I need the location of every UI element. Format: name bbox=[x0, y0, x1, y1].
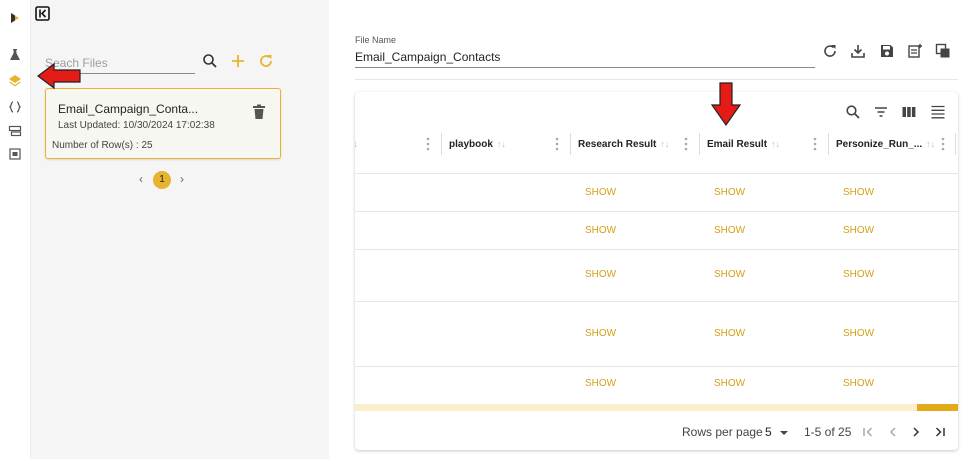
personize-show-button[interactable]: SHOW bbox=[843, 269, 874, 280]
chevron-down-icon[interactable] bbox=[779, 428, 791, 440]
data-grid: ↓ playbook ↑↓ Research Result ↑↓ Email Res… bbox=[355, 92, 958, 450]
column-separator[interactable] bbox=[441, 133, 442, 155]
column-header-label: playbook bbox=[449, 138, 493, 150]
refresh-icon[interactable] bbox=[822, 43, 838, 59]
add-playlist-icon[interactable] bbox=[907, 43, 923, 59]
column-menu-icon[interactable] bbox=[941, 137, 945, 151]
column-separator[interactable] bbox=[828, 133, 829, 155]
column-separator[interactable] bbox=[955, 133, 956, 155]
delete-icon[interactable] bbox=[252, 104, 266, 120]
sort-icon[interactable]: ↓ bbox=[355, 134, 358, 154]
list-icon[interactable] bbox=[8, 124, 22, 138]
column-header-research-result[interactable]: Research Result ↑↓ bbox=[578, 134, 669, 154]
rows-per-page-select[interactable]: 5 bbox=[765, 425, 772, 439]
email-show-button[interactable]: SHOW bbox=[714, 378, 745, 389]
page-1-button[interactable]: 1 bbox=[153, 171, 171, 189]
column-header-personize-run[interactable]: Personize_Run_... ↑↓ bbox=[836, 134, 935, 154]
density-icon[interactable] bbox=[930, 104, 946, 120]
email-show-button[interactable]: SHOW bbox=[714, 328, 745, 339]
column-menu-icon[interactable] bbox=[426, 137, 430, 151]
next-page-icon[interactable] bbox=[910, 426, 922, 438]
row-divider bbox=[355, 301, 958, 302]
file-last-updated: Last Updated: 10/30/2024 17:02:38 bbox=[58, 120, 215, 131]
save-icon[interactable] bbox=[879, 43, 895, 59]
last-page-icon[interactable] bbox=[934, 426, 946, 438]
annotation-arrow-down-icon bbox=[710, 81, 742, 127]
email-show-button[interactable]: SHOW bbox=[714, 187, 745, 198]
page-range: 1-5 of 25 bbox=[804, 425, 852, 439]
add-file-button[interactable] bbox=[229, 52, 247, 70]
annotation-arrow-left-icon bbox=[36, 62, 82, 90]
first-page-icon[interactable] bbox=[862, 426, 874, 438]
grid-search-icon[interactable] bbox=[845, 104, 861, 120]
column-header-label: Email Result bbox=[707, 138, 768, 150]
rows-per-page-label: Rows per page bbox=[682, 425, 763, 439]
prev-page-button[interactable]: ‹ bbox=[139, 172, 143, 186]
collapse-sidebar-icon[interactable] bbox=[35, 6, 50, 21]
columns-icon[interactable] bbox=[901, 104, 917, 120]
sort-icon[interactable]: ↑↓ bbox=[771, 139, 780, 149]
download-icon[interactable] bbox=[850, 43, 866, 59]
refresh-files-button[interactable] bbox=[257, 52, 275, 70]
dataset-icon[interactable] bbox=[8, 147, 22, 161]
column-menu-icon[interactable] bbox=[684, 137, 688, 151]
research-show-button[interactable]: SHOW bbox=[585, 328, 616, 339]
icon-rail bbox=[0, 0, 31, 459]
sort-icon[interactable]: ↑↓ bbox=[497, 139, 506, 149]
file-name: Email_Campaign_Conta... bbox=[58, 102, 199, 116]
file-name-label: File Name bbox=[355, 35, 397, 45]
scrollbar-thumb[interactable] bbox=[917, 404, 958, 411]
layers-icon[interactable] bbox=[8, 74, 22, 88]
column-separator[interactable] bbox=[570, 133, 571, 155]
personize-show-button[interactable]: SHOW bbox=[843, 187, 874, 198]
email-show-button[interactable]: SHOW bbox=[714, 269, 745, 280]
research-show-button[interactable]: SHOW bbox=[585, 269, 616, 280]
email-show-button[interactable]: SHOW bbox=[714, 225, 745, 236]
flask-icon[interactable] bbox=[8, 48, 22, 62]
research-show-button[interactable]: SHOW bbox=[585, 378, 616, 389]
row-divider bbox=[355, 366, 958, 367]
column-separator[interactable] bbox=[699, 133, 700, 155]
horizontal-scrollbar[interactable] bbox=[355, 404, 958, 411]
column-header-playbook[interactable]: playbook ↑↓ bbox=[449, 134, 506, 154]
sort-icon[interactable]: ↑↓ bbox=[926, 139, 935, 149]
prev-page-icon[interactable] bbox=[887, 426, 899, 438]
play-icon[interactable] bbox=[8, 11, 22, 25]
header-divider bbox=[355, 79, 958, 80]
sort-icon[interactable]: ↑↓ bbox=[660, 139, 669, 149]
copy-icon[interactable] bbox=[935, 43, 951, 59]
next-page-button[interactable]: › bbox=[180, 172, 184, 186]
column-header-label: Research Result bbox=[578, 138, 657, 150]
row-divider bbox=[355, 249, 958, 250]
column-header-label: Personize_Run_... bbox=[836, 138, 923, 150]
code-braces-icon[interactable] bbox=[8, 100, 22, 114]
file-card[interactable]: Email_Campaign_Conta... Last Updated: 10… bbox=[45, 88, 281, 159]
filter-icon[interactable] bbox=[873, 104, 889, 120]
row-divider bbox=[355, 173, 958, 174]
personize-show-button[interactable]: SHOW bbox=[843, 328, 874, 339]
row-divider bbox=[355, 211, 958, 212]
research-show-button[interactable]: SHOW bbox=[585, 225, 616, 236]
column-menu-icon[interactable] bbox=[813, 137, 817, 151]
column-menu-icon[interactable] bbox=[555, 137, 559, 151]
personize-show-button[interactable]: SHOW bbox=[843, 378, 874, 389]
search-icon[interactable] bbox=[201, 52, 219, 70]
file-name-input[interactable] bbox=[355, 47, 815, 68]
column-header-email-result[interactable]: Email Result ↑↓ bbox=[707, 134, 780, 154]
personize-show-button[interactable]: SHOW bbox=[843, 225, 874, 236]
file-row-count: Number of Row(s) : 25 bbox=[52, 140, 153, 151]
research-show-button[interactable]: SHOW bbox=[585, 187, 616, 198]
